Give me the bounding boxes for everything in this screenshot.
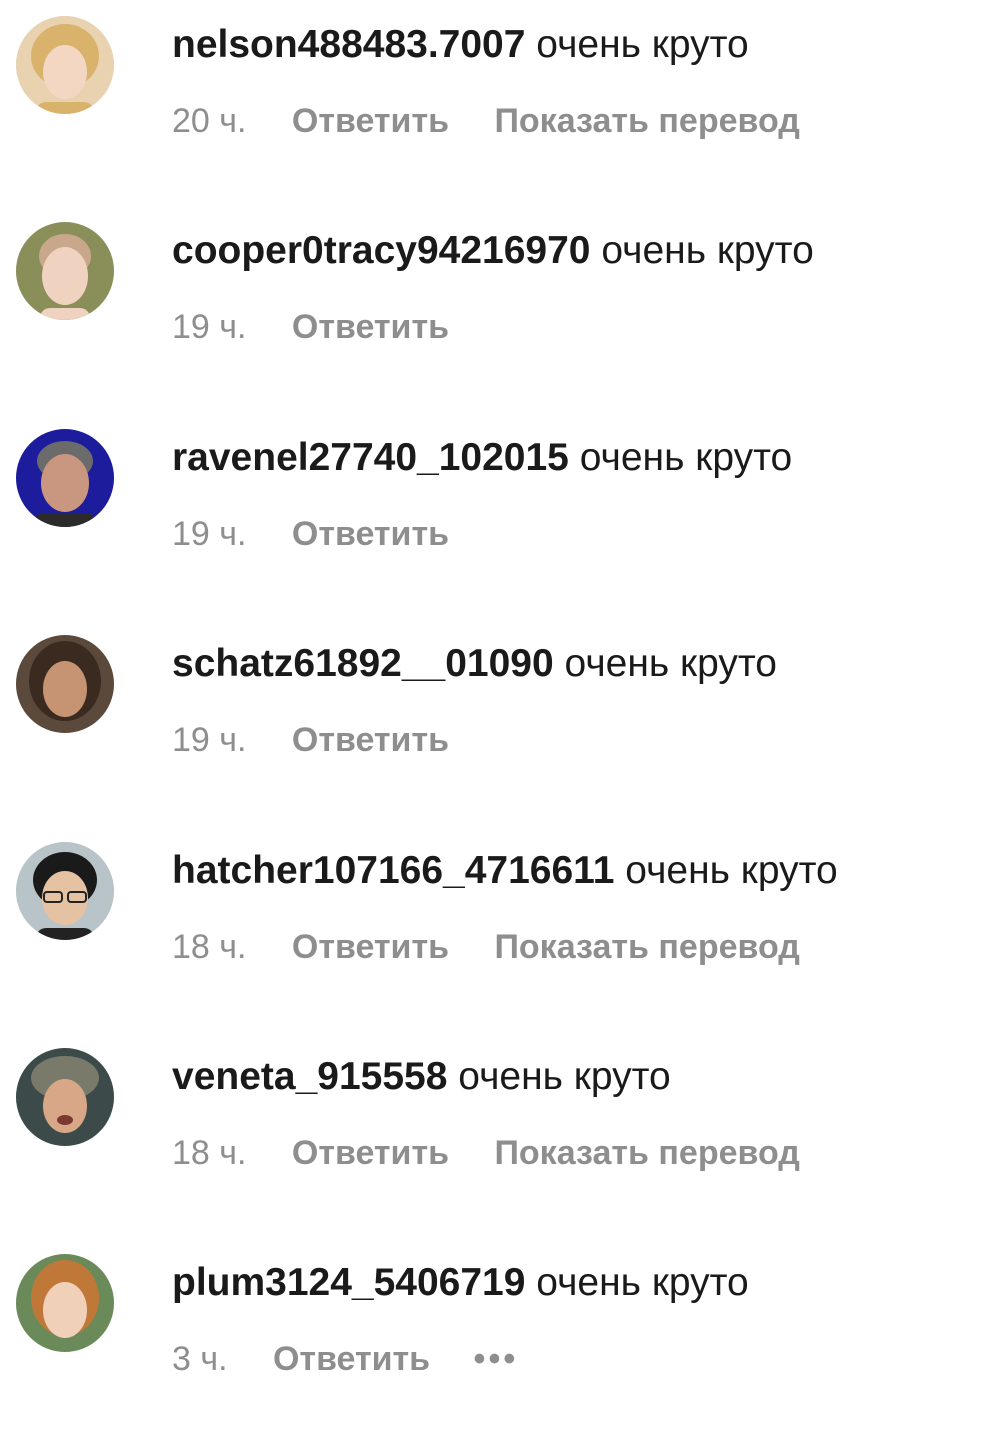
show-translation-button[interactable]: Показать перевод xyxy=(494,100,799,142)
comment-text: очень круто xyxy=(579,436,793,479)
comment-text: очень круто xyxy=(601,229,814,272)
username-link[interactable]: plum3124_5406719 xyxy=(172,1261,525,1304)
comment-body: veneta_915558 очень круто xyxy=(172,1054,671,1100)
comment-text: очень круто xyxy=(536,23,749,66)
comment-meta: 20 ч. Ответить Показать перевод xyxy=(172,100,836,142)
avatar[interactable] xyxy=(16,222,114,320)
avatar[interactable] xyxy=(16,429,114,527)
avatar-image xyxy=(16,1254,114,1352)
avatar-image xyxy=(16,16,114,114)
avatar-image xyxy=(16,1048,114,1146)
username-link[interactable]: veneta_915558 xyxy=(172,1055,447,1098)
comment-text: очень круто xyxy=(458,1055,671,1098)
reply-button[interactable]: Ответить xyxy=(292,100,449,142)
timestamp[interactable]: 19 ч. xyxy=(172,513,246,555)
comment-body: nelson488483.7007 очень круто xyxy=(172,22,749,68)
comment-meta: 18 ч. Ответить Показать перевод xyxy=(172,926,836,968)
comment-text: очень круто xyxy=(625,849,838,892)
comment-item: nelson488483.7007 очень круто 20 ч. Отве… xyxy=(0,0,1000,200)
reply-button[interactable]: Ответить xyxy=(292,513,449,555)
reply-button[interactable]: Ответить xyxy=(292,926,449,968)
comment-meta: 19 ч. Ответить xyxy=(172,306,485,348)
comment-text: очень круто xyxy=(564,642,777,685)
timestamp[interactable]: 3 ч. xyxy=(172,1338,228,1380)
timestamp[interactable]: 18 ч. xyxy=(172,926,246,968)
comment-meta: 19 ч. Ответить xyxy=(172,719,485,761)
avatar[interactable] xyxy=(16,842,114,940)
reply-button[interactable]: Ответить xyxy=(292,306,449,348)
comment-body: plum3124_5406719 очень круто xyxy=(172,1260,749,1306)
avatar-image xyxy=(16,842,114,940)
timestamp[interactable]: 19 ч. xyxy=(172,719,246,761)
comment-item: hatcher107166_4716611 очень круто 18 ч. … xyxy=(0,826,1000,1026)
reply-button[interactable]: Ответить xyxy=(292,1132,449,1174)
comment-item: schatz61892__01090 очень круто 19 ч. Отв… xyxy=(0,619,1000,819)
comment-item: cooper0tracy94216970 очень круто 19 ч. О… xyxy=(0,206,1000,406)
comment-meta: 3 ч. Ответить ••• xyxy=(172,1338,518,1380)
username-link[interactable]: cooper0tracy94216970 xyxy=(172,229,590,272)
reply-button[interactable]: Ответить xyxy=(273,1338,430,1380)
avatar[interactable] xyxy=(16,1254,114,1352)
comment-body: ravenel27740_102015 очень круто xyxy=(172,435,792,481)
comment-item: plum3124_5406719 очень круто 3 ч. Ответи… xyxy=(0,1238,1000,1438)
timestamp[interactable]: 19 ч. xyxy=(172,306,246,348)
username-link[interactable]: ravenel27740_102015 xyxy=(172,436,569,479)
comment-item: ravenel27740_102015 очень круто 19 ч. От… xyxy=(0,413,1000,613)
comment-meta: 18 ч. Ответить Показать перевод xyxy=(172,1132,836,1174)
comment-body: hatcher107166_4716611 очень круто xyxy=(172,848,838,894)
avatar-image xyxy=(16,222,114,320)
comment-body: schatz61892__01090 очень круто xyxy=(172,641,777,687)
username-link[interactable]: nelson488483.7007 xyxy=(172,23,525,66)
avatar-image xyxy=(16,635,114,733)
show-translation-button[interactable]: Показать перевод xyxy=(494,926,799,968)
more-options-icon[interactable]: ••• xyxy=(474,1338,519,1380)
avatar[interactable] xyxy=(16,16,114,114)
comment-item: veneta_915558 очень круто 18 ч. Ответить… xyxy=(0,1032,1000,1232)
comment-body: cooper0tracy94216970 очень круто xyxy=(172,228,814,274)
avatar[interactable] xyxy=(16,1048,114,1146)
timestamp[interactable]: 18 ч. xyxy=(172,1132,246,1174)
username-link[interactable]: schatz61892__01090 xyxy=(172,642,554,685)
avatar[interactable] xyxy=(16,635,114,733)
comment-text: очень круто xyxy=(536,1261,749,1304)
show-translation-button[interactable]: Показать перевод xyxy=(494,1132,799,1174)
comment-meta: 19 ч. Ответить xyxy=(172,513,485,555)
reply-button[interactable]: Ответить xyxy=(292,719,449,761)
avatar-image xyxy=(16,429,114,527)
username-link[interactable]: hatcher107166_4716611 xyxy=(172,849,614,892)
timestamp[interactable]: 20 ч. xyxy=(172,100,246,142)
